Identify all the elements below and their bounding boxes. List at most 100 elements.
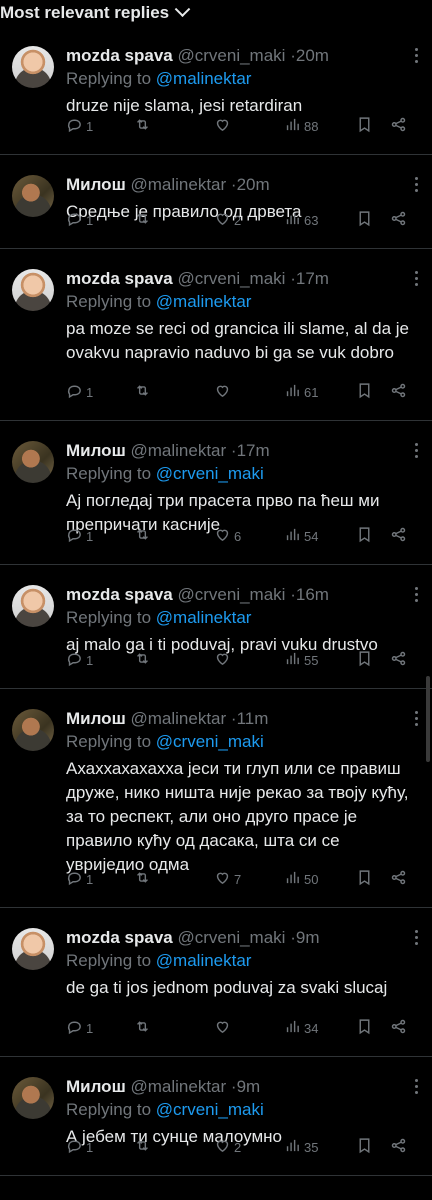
reply-tweet[interactable]: mozda spava @crveni_maki ·9m Replying to… — [0, 908, 432, 1057]
like-button[interactable] — [214, 1018, 234, 1038]
reply-button[interactable]: 1 — [66, 869, 93, 889]
share-button[interactable] — [390, 382, 407, 402]
share-button[interactable] — [390, 869, 407, 889]
display-name[interactable]: Милош — [66, 1077, 126, 1096]
more-options-icon[interactable] — [415, 48, 418, 63]
avatar[interactable] — [12, 175, 54, 217]
like-button[interactable] — [214, 116, 234, 136]
share-button[interactable] — [390, 210, 407, 230]
reply-tweet[interactable]: mozda spava @crveni_maki ·20m Replying t… — [0, 26, 432, 155]
replying-to-mention[interactable]: @malinektar — [156, 69, 252, 88]
bookmark-button[interactable] — [356, 210, 373, 230]
retweet-button[interactable] — [134, 210, 151, 230]
handle[interactable]: @crveni_maki — [178, 46, 286, 65]
avatar[interactable] — [12, 585, 54, 627]
retweet-button[interactable] — [134, 1137, 151, 1157]
display-name[interactable]: mozda spava — [66, 269, 173, 288]
avatar[interactable] — [12, 46, 54, 88]
like-button[interactable] — [214, 382, 234, 402]
views-button[interactable]: 55 — [284, 650, 318, 670]
replying-to-mention[interactable]: @malinektar — [156, 608, 252, 627]
avatar[interactable] — [12, 928, 54, 970]
avatar[interactable] — [12, 441, 54, 483]
retweet-button[interactable] — [134, 1018, 151, 1038]
bookmark-button[interactable] — [356, 650, 373, 670]
bookmark-button[interactable] — [356, 869, 373, 889]
share-button[interactable] — [390, 1018, 407, 1038]
more-options-icon[interactable] — [415, 930, 418, 945]
bookmark-button[interactable] — [356, 382, 373, 402]
retweet-button[interactable] — [134, 650, 151, 670]
share-button[interactable] — [390, 650, 407, 670]
views-button[interactable]: 54 — [284, 526, 318, 546]
reply-tweet[interactable]: Милош @malinektar ·17m Replying to @crve… — [0, 421, 432, 565]
reply-button[interactable]: 1 — [66, 526, 93, 546]
reply-button[interactable]: 1 — [66, 650, 93, 670]
views-button[interactable]: 61 — [284, 382, 318, 402]
display-name[interactable]: mozda spava — [66, 585, 173, 604]
views-button[interactable]: 34 — [284, 1018, 318, 1038]
retweet-button[interactable] — [134, 526, 151, 546]
like-button[interactable]: 6 — [214, 526, 241, 546]
bookmark-button[interactable] — [356, 526, 373, 546]
handle[interactable]: @crveni_maki — [178, 585, 286, 604]
timestamp[interactable]: 17m — [296, 269, 329, 288]
like-button[interactable]: 2 — [214, 210, 241, 230]
more-options-icon[interactable] — [415, 587, 418, 602]
sort-replies-dropdown[interactable]: Most relevant replies — [0, 0, 432, 26]
bookmark-button[interactable] — [356, 1137, 373, 1157]
reply-button[interactable]: 1 — [66, 116, 93, 136]
more-options-icon[interactable] — [415, 711, 418, 726]
reply-button[interactable]: 1 — [66, 1018, 93, 1038]
handle[interactable]: @malinektar — [130, 709, 226, 728]
handle[interactable]: @crveni_maki — [178, 928, 286, 947]
reply-tweet[interactable]: mozda spava @crveni_maki ·17m Replying t… — [0, 249, 432, 421]
reply-tweet[interactable]: Милош @malinektar ·11m Replying to @crve… — [0, 689, 432, 908]
share-button[interactable] — [390, 1137, 407, 1157]
handle[interactable]: @malinektar — [130, 441, 226, 460]
views-button[interactable]: 35 — [284, 1137, 318, 1157]
reply-tweet[interactable]: mozda spava @crveni_maki ·16m Replying t… — [0, 565, 432, 689]
avatar[interactable] — [12, 1077, 54, 1119]
reply-button[interactable]: 1 — [66, 382, 93, 402]
more-options-icon[interactable] — [415, 271, 418, 286]
retweet-button[interactable] — [134, 869, 151, 889]
share-button[interactable] — [390, 116, 407, 136]
display-name[interactable]: Милош — [66, 709, 126, 728]
timestamp[interactable]: 20m — [296, 46, 329, 65]
avatar[interactable] — [12, 269, 54, 311]
replying-to-mention[interactable]: @crveni_maki — [156, 1100, 264, 1119]
reply-tweet[interactable]: Милош @malinektar ·9m Replying to @crven… — [0, 1057, 432, 1176]
reply-button[interactable]: 1 — [66, 1137, 93, 1157]
like-button[interactable]: 2 — [214, 1137, 241, 1157]
reply-tweet[interactable]: Милош @malinektar ·20m Средње је правило… — [0, 155, 432, 249]
views-button[interactable]: 88 — [284, 116, 318, 136]
timestamp[interactable]: 16m — [296, 585, 329, 604]
more-options-icon[interactable] — [415, 1079, 418, 1094]
display-name[interactable]: Милош — [66, 441, 126, 460]
display-name[interactable]: mozda spava — [66, 928, 173, 947]
scrollbar[interactable] — [426, 676, 430, 762]
views-button[interactable]: 63 — [284, 210, 318, 230]
replying-to-mention[interactable]: @malinektar — [156, 292, 252, 311]
bookmark-button[interactable] — [356, 1018, 373, 1038]
retweet-button[interactable] — [134, 382, 151, 402]
bookmark-button[interactable] — [356, 116, 373, 136]
reply-button[interactable]: 1 — [66, 210, 93, 230]
display-name[interactable]: Милош — [66, 175, 126, 194]
replying-to-mention[interactable]: @crveni_maki — [156, 732, 264, 751]
timestamp[interactable]: 11m — [237, 709, 269, 728]
handle[interactable]: @crveni_maki — [178, 269, 286, 288]
replying-to-mention[interactable]: @crveni_maki — [156, 464, 264, 483]
more-options-icon[interactable] — [415, 177, 418, 192]
timestamp[interactable]: 17m — [237, 441, 270, 460]
retweet-button[interactable] — [134, 116, 151, 136]
avatar[interactable] — [12, 709, 54, 751]
timestamp[interactable]: 9m — [296, 928, 320, 947]
views-button[interactable]: 50 — [284, 869, 318, 889]
display-name[interactable]: mozda spava — [66, 46, 173, 65]
more-options-icon[interactable] — [415, 443, 418, 458]
share-button[interactable] — [390, 526, 407, 546]
timestamp[interactable]: 9m — [237, 1077, 261, 1096]
handle[interactable]: @malinektar — [130, 175, 226, 194]
